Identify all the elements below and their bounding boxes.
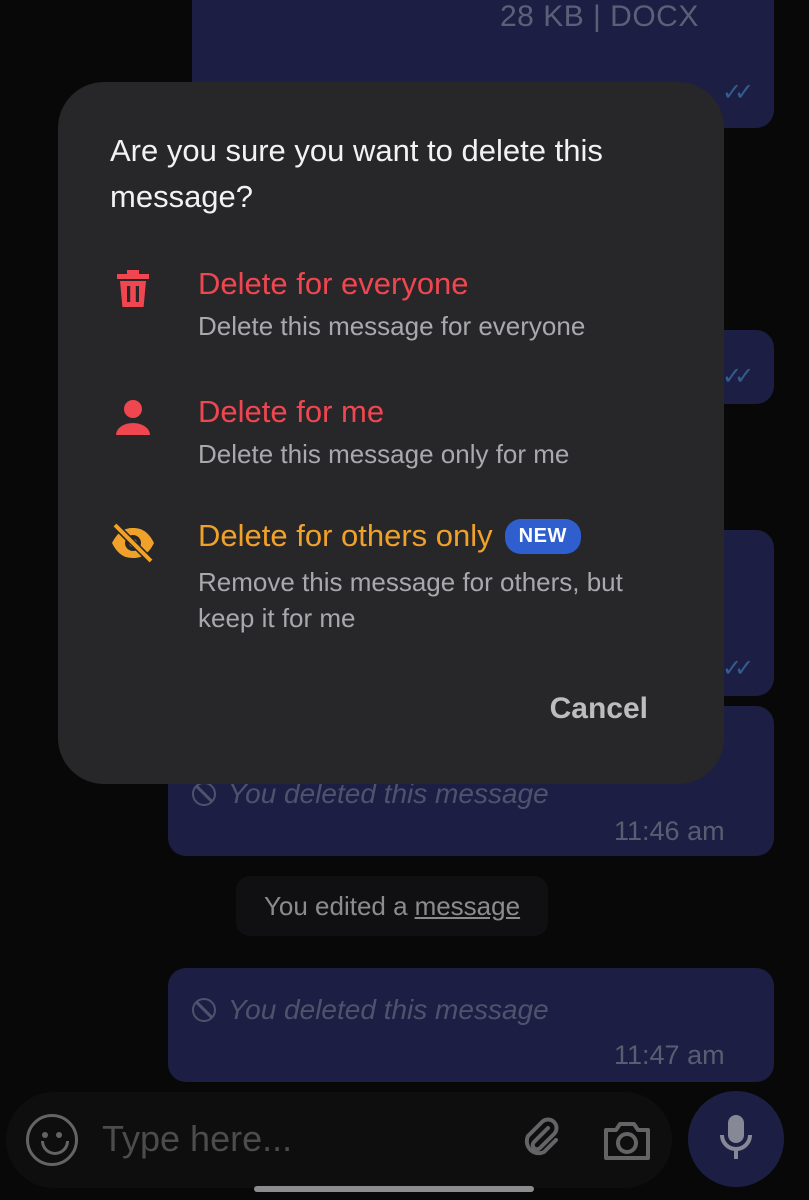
trash-icon <box>108 264 158 314</box>
dialog-title: Are you sure you want to delete this mes… <box>110 133 603 214</box>
option-title: Delete for me <box>198 394 385 429</box>
option-delete-for-everyone[interactable]: Delete for everyone Delete this message … <box>58 260 724 350</box>
cancel-button[interactable]: Cancel <box>550 692 648 726</box>
new-badge: NEW <box>504 519 581 554</box>
delete-dialog: Are you sure you want to delete this mes… <box>58 82 724 784</box>
eye-off-icon <box>108 518 158 568</box>
option-description: Delete this message only for me <box>198 439 570 469</box>
option-title: Delete for others only NEW <box>198 518 581 554</box>
option-description: Remove this message for others, but keep… <box>198 567 623 633</box>
option-delete-for-me[interactable]: Delete for me Delete this message only f… <box>58 388 724 478</box>
option-description: Delete this message for everyone <box>198 311 586 341</box>
person-icon <box>108 392 158 442</box>
option-delete-for-others[interactable]: Delete for others only NEW Remove this me… <box>58 518 724 648</box>
option-title: Delete for everyone <box>198 266 469 301</box>
